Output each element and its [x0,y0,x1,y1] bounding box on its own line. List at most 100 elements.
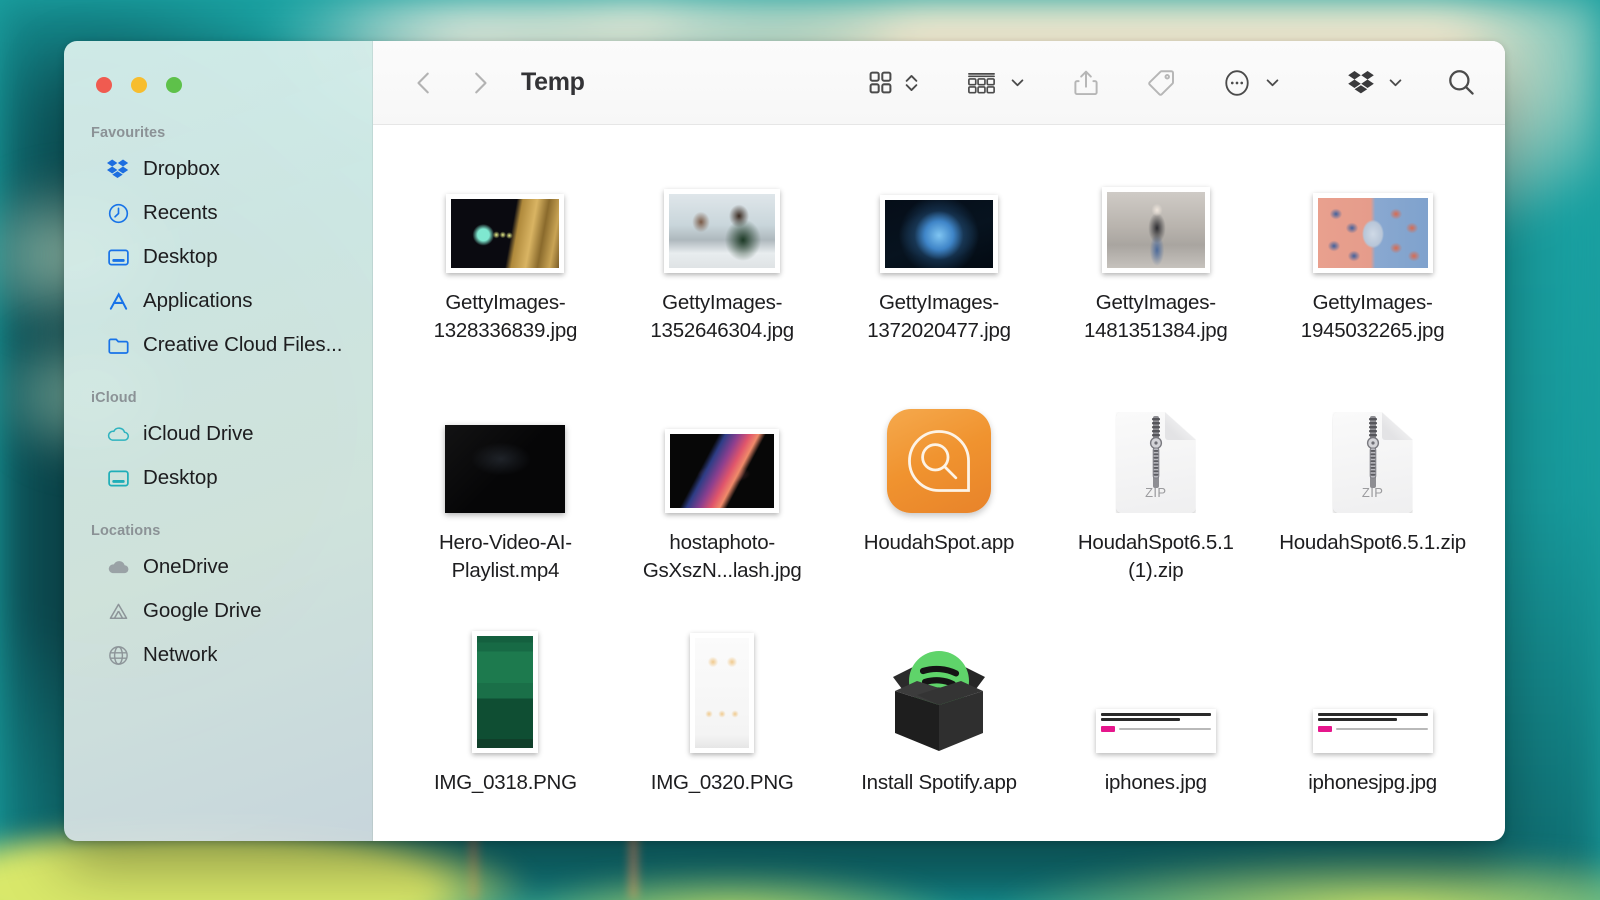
group-view-icon[interactable] [966,69,997,96]
file-item[interactable]: ZIP HoudahSpot6.5.1.zip [1264,395,1481,635]
photo-thumbnail-brains-pink-blue [1312,193,1433,273]
finder-toolbar[interactable]: Temp [373,41,1505,125]
grid-view-icon[interactable] [867,69,894,96]
file-thumbnail [879,635,999,753]
dropbox-icon[interactable] [1347,68,1376,97]
sidebar-item-icloud-desktop[interactable]: Desktop [78,456,362,500]
more-ellipsis-icon[interactable] [1222,68,1252,98]
page-title: Temp [521,68,585,96]
photo-thumbnail-news-headline [1312,709,1433,753]
more-actions-group[interactable] [1222,68,1281,98]
forward-button[interactable] [459,62,501,104]
google-drive-icon [105,598,131,624]
file-name: GettyImages-1481351384.jpg [1083,291,1228,342]
file-item[interactable]: HoudahSpot.app [831,395,1048,635]
finder-sidebar[interactable]: Favourites Dropbox Recents Desktop Appli… [64,41,373,841]
search-icon[interactable] [1446,67,1477,98]
file-item[interactable]: IMG_0320.PNG [614,633,831,841]
zip-file-icon: ZIP [1332,412,1413,513]
sidebar-item-google-drive[interactable]: Google Drive [78,589,362,633]
file-item[interactable]: GettyImages-1372020477.jpg [831,155,1048,395]
dropbox-menu-group[interactable] [1347,68,1404,97]
back-button[interactable] [403,62,445,104]
file-name: HoudahSpot6.5.1.zip [1279,531,1466,554]
file-item[interactable]: GettyImages-1352646304.jpg [614,155,831,395]
file-thumbnail [879,155,998,273]
sidebar-item-label: iCloud Drive [143,422,254,445]
sidebar-item-applications[interactable]: Applications [78,279,362,323]
maximize-button[interactable] [166,77,182,93]
file-item[interactable]: iphones.jpg [1047,635,1264,841]
sidebar-item-label: Desktop [143,466,218,489]
file-grid[interactable]: GettyImages-1328336839.jpg GettyImages-1… [373,125,1505,841]
file-item[interactable]: hostaphoto-GsXszN...lash.jpg [614,395,831,635]
file-thumbnail [1095,635,1216,753]
close-button[interactable] [96,77,112,93]
file-item[interactable]: IMG_0318.PNG [397,631,614,841]
share-icon[interactable] [1072,68,1100,98]
photo-thumbnail-brain-dark [879,195,998,273]
sidebar-item-label: Dropbox [143,157,220,180]
zip-badge-label: ZIP [1361,485,1384,500]
applications-icon [105,288,131,314]
sidebar-item-dropbox[interactable]: Dropbox [78,147,362,191]
sidebar-item-icloud-drive[interactable]: iCloud Drive [78,412,362,456]
file-item[interactable]: GettyImages-1945032265.jpg [1264,155,1481,395]
minimize-button[interactable] [131,77,147,93]
photo-thumbnail-neuron [446,194,565,273]
sidebar-section-locations: Locations OneDrive Google Drive Network [64,523,372,677]
sidebar-item-recents[interactable]: Recents [78,191,362,235]
sort-chevrons-icon[interactable] [903,70,920,96]
file-thumbnail [446,155,565,273]
file-name: IMG_0318.PNG [433,771,577,794]
file-name: HoudahSpot.app [863,531,1015,554]
file-name: HoudahSpot6.5.1 (1).zip [1077,531,1234,582]
file-item[interactable]: ZIP HoudahSpot6.5.1 (1).zip [1047,395,1264,635]
view-mode-group[interactable] [867,69,920,96]
sidebar-section-icloud: iCloud iCloud Drive Desktop [64,390,372,500]
file-thumbnail [445,395,566,513]
file-item[interactable]: Hero-Video-AI-Playlist.mp4 [397,395,614,635]
sidebar-item-network[interactable]: Network [78,633,362,677]
group-by-group[interactable] [966,69,1026,96]
sidebar-item-creative-cloud-files[interactable]: Creative Cloud Files... [78,323,362,367]
file-thumbnail [1312,155,1433,273]
file-item[interactable]: Install Spotify.app [831,635,1048,841]
sidebar-item-label: Google Drive [143,599,262,622]
sidebar-section-title: Locations [91,523,161,539]
sidebar-item-label: OneDrive [143,555,229,578]
sidebar-item-desktop[interactable]: Desktop [78,235,362,279]
cloud-icon [105,421,131,447]
desktop-wallpaper: Favourites Dropbox Recents Desktop Appli… [0,0,1600,900]
tag-icon[interactable] [1146,68,1176,98]
news-badge [1100,726,1115,732]
window-traffic-lights[interactable] [64,68,372,102]
clock-icon [105,200,131,226]
globe-icon [105,642,131,668]
sidebar-item-label: Recents [143,201,218,224]
photo-thumbnail-students [664,189,781,273]
chevron-down-icon[interactable] [1264,74,1281,91]
file-item[interactable]: GettyImages-1481351384.jpg [1047,155,1264,395]
file-name: iphones.jpg [1104,771,1207,794]
dropbox-icon [105,156,131,182]
file-thumbnail: ZIP [1115,395,1196,513]
chevron-down-icon[interactable] [1009,74,1026,91]
file-item[interactable]: iphonesjpg.jpg [1264,635,1481,841]
file-thumbnail [665,395,780,513]
file-thumbnail [472,631,539,753]
photo-thumbnail-news-headline [1095,709,1216,753]
zipper-graphic [1366,416,1379,488]
photo-thumbnail-woman-street [1101,187,1210,273]
file-item[interactable]: GettyImages-1328336839.jpg [397,155,614,395]
chevron-down-icon[interactable] [1387,74,1404,91]
zipper-graphic [1149,416,1162,488]
sidebar-item-label: Creative Cloud Files... [143,333,343,356]
sidebar-item-onedrive[interactable]: OneDrive [78,545,362,589]
folder-icon [105,332,131,358]
finder-window[interactable]: Favourites Dropbox Recents Desktop Appli… [64,41,1505,841]
photo-thumbnail-laptop-dark [665,429,780,513]
app-icon-houdahspot [886,409,991,513]
file-name: GettyImages-1945032265.jpg [1300,291,1445,342]
sidebar-section-title: Favourites [91,125,166,141]
